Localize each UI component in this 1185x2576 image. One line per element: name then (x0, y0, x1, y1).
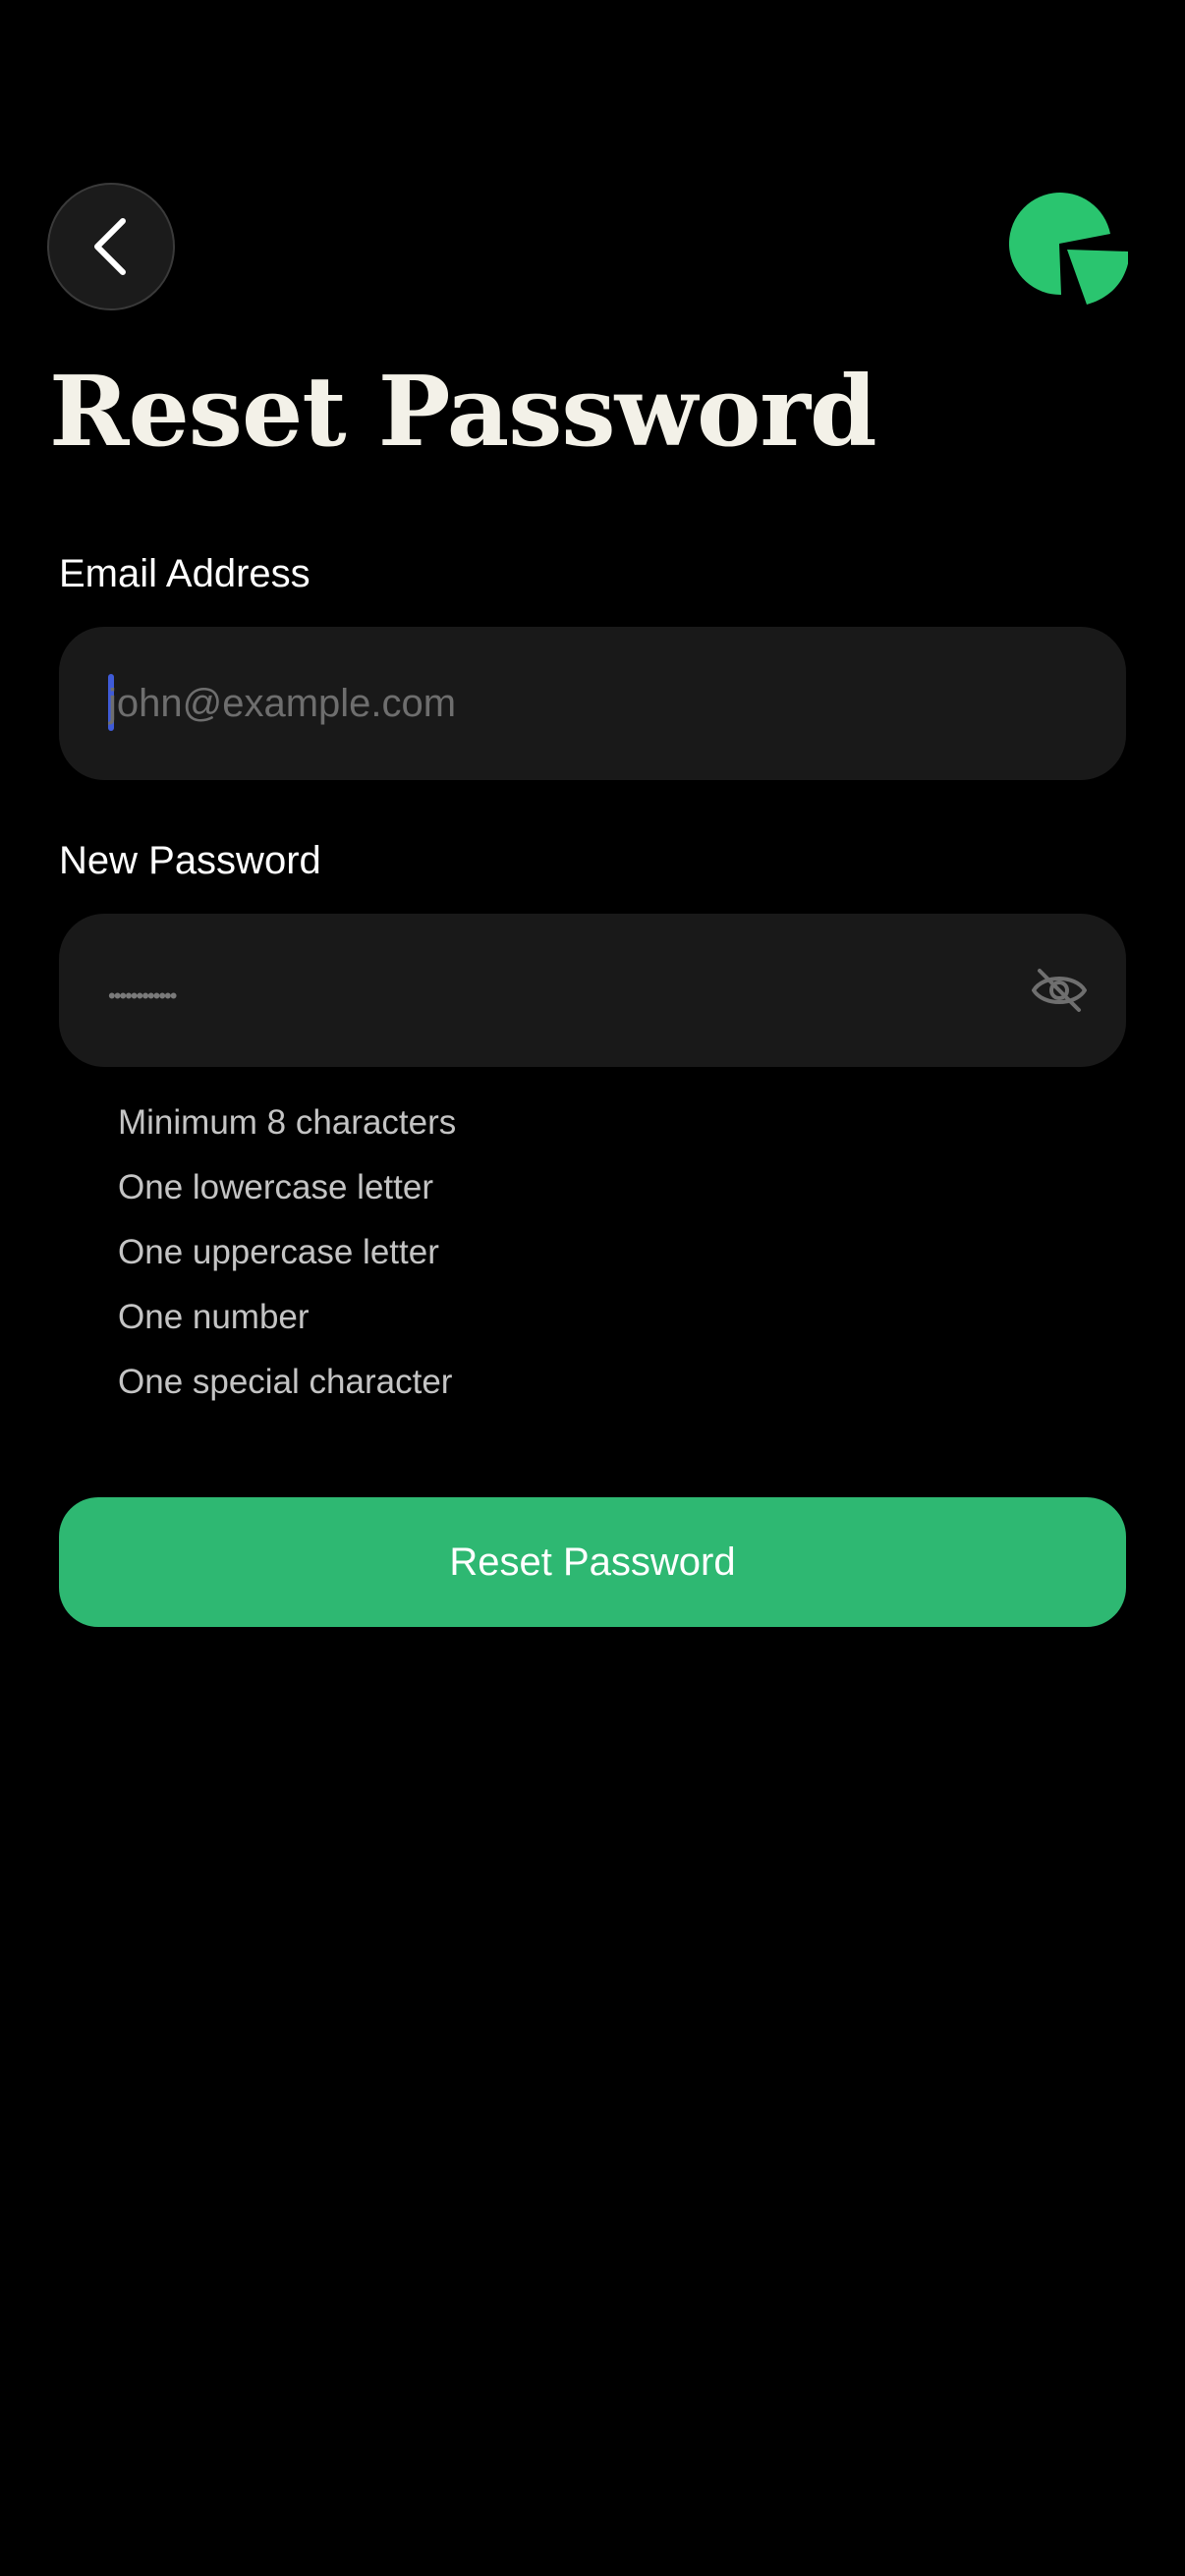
email-label: Email Address (59, 552, 310, 595)
password-field-container[interactable] (59, 914, 1126, 1067)
requirement-special-char: One special character (118, 1363, 453, 1401)
requirement-number: One number (118, 1298, 310, 1336)
requirement-min-length: Minimum 8 characters (118, 1103, 457, 1142)
chevron-left-icon (94, 218, 126, 275)
back-button[interactable] (47, 183, 175, 310)
requirement-lowercase: One lowercase letter (118, 1168, 433, 1206)
reset-password-screen: Reset Password Email Address New Passwor… (0, 0, 1185, 2576)
email-field-container[interactable] (59, 627, 1126, 780)
reset-password-button[interactable]: Reset Password (59, 1497, 1126, 1627)
email-field[interactable] (108, 627, 1051, 780)
page-title: Reset Password (49, 356, 876, 469)
password-visibility-toggle[interactable] (1030, 963, 1089, 1018)
pie-chart-logo-icon (1008, 193, 1128, 305)
requirement-uppercase: One uppercase letter (118, 1233, 439, 1271)
password-field[interactable] (108, 914, 973, 1067)
eye-off-icon (1032, 969, 1087, 1012)
password-requirements-list: Minimum 8 characters One lowercase lette… (118, 1091, 456, 1415)
password-label: New Password (59, 839, 321, 882)
